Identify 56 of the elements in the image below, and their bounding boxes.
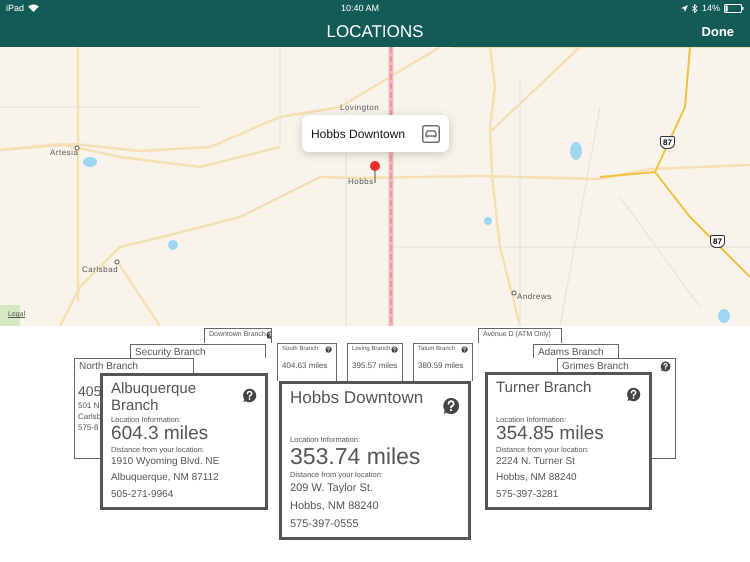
route-shield: 87 xyxy=(660,136,675,149)
card-text: 501 N xyxy=(78,401,100,410)
place-label: Andrews xyxy=(517,292,552,301)
distance-value: 604.3 miles xyxy=(111,424,210,444)
location-card[interactable]: Grimes Branch xyxy=(557,358,676,372)
card-title: Adams Branch xyxy=(538,347,604,358)
location-card[interactable]: North Branch xyxy=(74,358,194,373)
place-label: Carlsbad xyxy=(82,265,118,274)
callout-title: Hobbs Downtown xyxy=(311,126,406,140)
place-label: Lovington xyxy=(340,103,380,112)
help-icon[interactable] xyxy=(660,361,671,372)
location-arrow-icon xyxy=(680,4,688,12)
distance-value: 353.74 miles xyxy=(290,444,422,470)
card-text: Carlsb xyxy=(78,412,102,421)
help-icon[interactable] xyxy=(461,346,468,353)
card-title: Grimes Branch xyxy=(562,361,629,372)
help-icon[interactable] xyxy=(391,346,398,353)
card-text: 380.59 miles xyxy=(418,361,464,370)
bluetooth-icon xyxy=(692,4,698,12)
card-text: 575-397-0555 xyxy=(290,516,360,532)
clock-time: 10:40 AM xyxy=(340,3,380,13)
help-icon[interactable] xyxy=(626,386,641,402)
card-text: Albuquerque, NM 87112 xyxy=(111,471,220,485)
location-card[interactable]: Adams Branch xyxy=(533,344,619,358)
wifi-icon xyxy=(28,4,40,12)
card-text: 575-397-3281 xyxy=(496,488,560,502)
battery-percent: 14% xyxy=(702,3,720,13)
card-text: 404.63 miles xyxy=(282,361,328,370)
card-text: 209 W. Taylor St. xyxy=(290,480,374,496)
card-text: 405 xyxy=(78,383,102,399)
place-label: Artesia xyxy=(50,148,78,157)
card-title: North Branch xyxy=(79,361,138,372)
place-label: Hobbs xyxy=(348,177,374,186)
help-icon[interactable] xyxy=(242,388,257,402)
car-icon[interactable] xyxy=(422,124,440,142)
device-name: iPad xyxy=(6,3,24,13)
distance-value: 354.85 miles xyxy=(496,424,605,444)
battery-icon xyxy=(724,4,744,12)
card-title: Turner Branch xyxy=(496,379,592,396)
help-icon[interactable] xyxy=(442,396,460,414)
card-title: Hobbs Downtown xyxy=(290,388,424,408)
card-text: Hobbs, NM 88240 xyxy=(290,498,380,514)
help-icon[interactable] xyxy=(325,346,332,353)
done-button[interactable]: Done xyxy=(700,22,736,41)
route-shield: 87 xyxy=(710,235,725,248)
card-text: 395.57 miles xyxy=(352,361,398,370)
card-text: 1910 Wyoming Blvd. NE xyxy=(111,454,220,468)
card-text: Hobbs, NM 88240 xyxy=(496,471,578,485)
card-title: Albuquerque Branch xyxy=(111,380,198,414)
card-title: Security Branch xyxy=(135,347,206,358)
map-callout[interactable]: Hobbs Downtown xyxy=(302,115,449,152)
card-text: 575-8 xyxy=(78,423,98,432)
card-text: 505-271-9964 xyxy=(111,488,174,502)
page-title: LOCATIONS xyxy=(326,22,424,42)
location-card[interactable]: Security Branch xyxy=(130,344,266,358)
card-text: 2224 N. Turner St xyxy=(496,454,576,468)
